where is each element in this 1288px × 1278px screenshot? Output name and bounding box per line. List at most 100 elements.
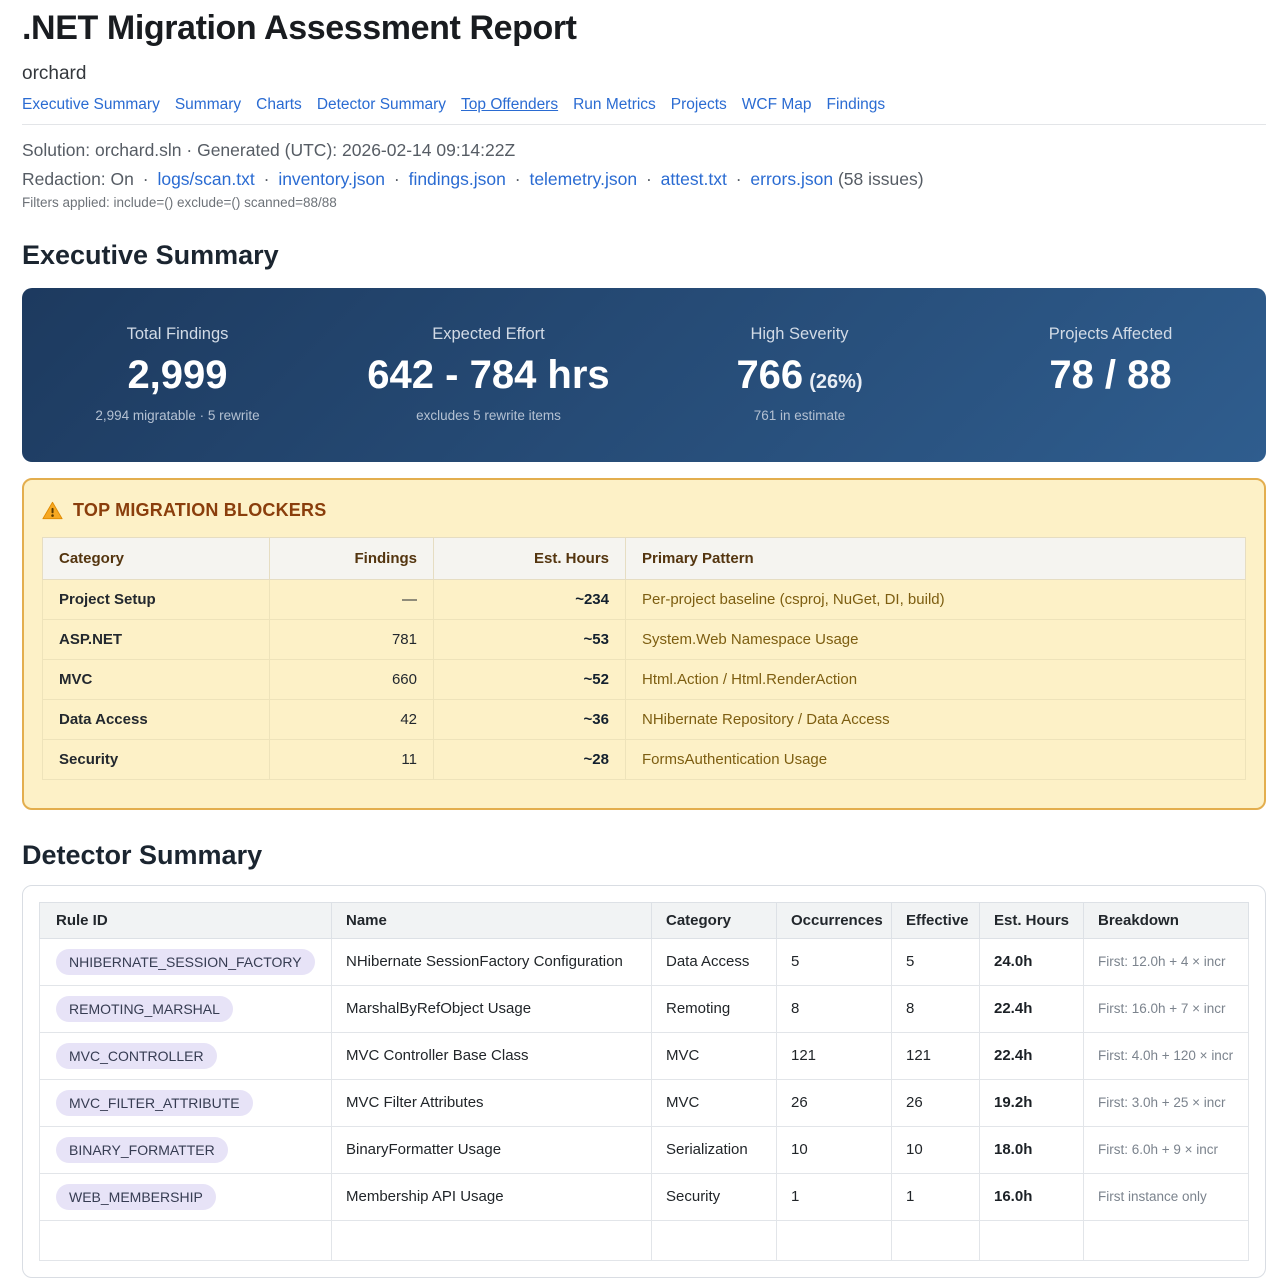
table-row: Data Access 42 ~36 NHibernate Repository… <box>43 699 1246 739</box>
table-row: ASP.NET 781 ~53 System.Web Namespace Usa… <box>43 619 1246 659</box>
rule-est-hours: 22.4h <box>980 985 1084 1032</box>
rule-name: MVC Filter Attributes <box>332 1079 652 1126</box>
rule-effective: 8 <box>892 985 980 1032</box>
column-header-name: Name <box>332 902 652 938</box>
rule-id-cell: NHIBERNATE_SESSION_FACTORY <box>40 938 332 985</box>
rule-effective: 121 <box>892 1032 980 1079</box>
blocker-findings: 11 <box>270 739 434 779</box>
rule-id-cell: MVC_CONTROLLER <box>40 1032 332 1079</box>
blocker-category: Data Access <box>43 699 270 739</box>
column-header-occurrences: Occurrences <box>777 902 892 938</box>
table-row: REMOTING_MARSHAL MarshalByRefObject Usag… <box>40 985 1249 1032</box>
nav-top-offenders[interactable]: Top Offenders <box>461 96 558 114</box>
rule-breakdown: First: 12.0h + 4 × incr <box>1084 938 1249 985</box>
top-migration-blockers-panel: TOP MIGRATION BLOCKERS Category Findings… <box>22 478 1266 810</box>
redaction-status: Redaction: On <box>22 169 134 189</box>
executive-summary-heading: Executive Summary <box>22 240 1266 271</box>
table-row: NHIBERNATE_SESSION_FACTORY NHibernate Se… <box>40 938 1249 985</box>
rule-id-cell: MVC_FILTER_ATTRIBUTE <box>40 1079 332 1126</box>
link-scan-log[interactable]: logs/scan.txt <box>157 169 254 189</box>
rule-name <box>332 1220 652 1260</box>
kpi-total-findings: Total Findings 2,999 2,994 migratable · … <box>22 325 333 424</box>
blocker-category: Security <box>43 739 270 779</box>
rule-name: Membership API Usage <box>332 1173 652 1220</box>
separator-dot: · <box>264 169 270 189</box>
column-header-primary-pattern: Primary Pattern <box>626 537 1246 579</box>
rule-id-cell <box>40 1220 332 1260</box>
rule-effective: 5 <box>892 938 980 985</box>
nav-executive-summary[interactable]: Executive Summary <box>22 96 160 114</box>
rule-est-hours <box>980 1220 1084 1260</box>
column-header-est-hours: Est. Hours <box>434 537 626 579</box>
rule-effective <box>892 1220 980 1260</box>
rule-breakdown: First: 3.0h + 25 × incr <box>1084 1079 1249 1126</box>
filters-applied-line: Filters applied: include=() exclude=() s… <box>22 195 1266 210</box>
table-row: BINARY_FORMATTER BinaryFormatter Usage S… <box>40 1126 1249 1173</box>
blocker-hours: ~36 <box>434 699 626 739</box>
kpi-subtext <box>965 408 1256 424</box>
rule-category: Remoting <box>652 985 777 1032</box>
blocker-hours: ~53 <box>434 619 626 659</box>
rule-id-badge: WEB_MEMBERSHIP <box>56 1184 216 1210</box>
nav-run-metrics[interactable]: Run Metrics <box>573 96 656 114</box>
kpi-expected-effort: Expected Effort 642 - 784 hrs excludes 5… <box>333 325 644 424</box>
artifacts-line: Redaction: On · logs/scan.txt · inventor… <box>22 168 1266 191</box>
rule-est-hours: 18.0h <box>980 1126 1084 1173</box>
rule-name: MVC Controller Base Class <box>332 1032 652 1079</box>
blockers-header-row: Category Findings Est. Hours Primary Pat… <box>43 537 1246 579</box>
rule-id-badge: MVC_CONTROLLER <box>56 1043 217 1069</box>
blocker-findings: 42 <box>270 699 434 739</box>
nav-detector-summary[interactable]: Detector Summary <box>317 96 446 114</box>
rule-occurrences: 1 <box>777 1173 892 1220</box>
rule-name: NHibernate SessionFactory Configuration <box>332 938 652 985</box>
rule-breakdown: First: 16.0h + 7 × incr <box>1084 985 1249 1032</box>
nav-summary[interactable]: Summary <box>175 96 241 114</box>
rule-est-hours: 22.4h <box>980 1032 1084 1079</box>
separator-dot: · <box>143 169 149 189</box>
link-findings-json[interactable]: findings.json <box>409 169 506 189</box>
rule-est-hours: 24.0h <box>980 938 1084 985</box>
link-attest-txt[interactable]: attest.txt <box>661 169 727 189</box>
rule-effective: 1 <box>892 1173 980 1220</box>
blocker-category: Project Setup <box>43 579 270 619</box>
rule-category: Security <box>652 1173 777 1220</box>
blocker-findings: 660 <box>270 659 434 699</box>
column-header-breakdown: Breakdown <box>1084 902 1249 938</box>
blocker-category: MVC <box>43 659 270 699</box>
column-header-category: Category <box>652 902 777 938</box>
kpi-value: 766(26%) <box>654 353 945 397</box>
rule-occurrences <box>777 1220 892 1260</box>
rule-id-cell: WEB_MEMBERSHIP <box>40 1173 332 1220</box>
blocker-category: ASP.NET <box>43 619 270 659</box>
blocker-pattern: Html.Action / Html.RenderAction <box>626 659 1246 699</box>
anchor-nav: Executive Summary Summary Charts Detecto… <box>22 96 1266 114</box>
link-inventory-json[interactable]: inventory.json <box>278 169 385 189</box>
column-header-rule-id: Rule ID <box>40 902 332 938</box>
nav-wcf-map[interactable]: WCF Map <box>742 96 812 114</box>
nav-charts[interactable]: Charts <box>256 96 302 114</box>
link-telemetry-json[interactable]: telemetry.json <box>529 169 637 189</box>
kpi-subtext: 2,994 migratable · 5 rewrite <box>32 408 323 424</box>
report-page: .NET Migration Assessment Report orchard… <box>0 0 1288 1278</box>
table-row: Security 11 ~28 FormsAuthentication Usag… <box>43 739 1246 779</box>
rule-effective: 26 <box>892 1079 980 1126</box>
blocker-pattern: Per-project baseline (csproj, NuGet, DI,… <box>626 579 1246 619</box>
rule-occurrences: 26 <box>777 1079 892 1126</box>
link-errors-json[interactable]: errors.json <box>750 169 833 189</box>
rule-name: BinaryFormatter Usage <box>332 1126 652 1173</box>
kpi-label: Projects Affected <box>965 325 1256 344</box>
kpi-projects-affected: Projects Affected 78 / 88 <box>955 325 1266 424</box>
nav-projects[interactable]: Projects <box>671 96 727 114</box>
kpi-subtext: excludes 5 rewrite items <box>343 408 634 424</box>
blocker-hours: ~234 <box>434 579 626 619</box>
rule-id-cell: BINARY_FORMATTER <box>40 1126 332 1173</box>
rule-id-badge: MVC_FILTER_ATTRIBUTE <box>56 1090 253 1116</box>
kpi-value: 2,999 <box>32 353 323 397</box>
blocker-pattern: System.Web Namespace Usage <box>626 619 1246 659</box>
solution-generated-line: Solution: orchard.sln · Generated (UTC):… <box>22 139 1266 162</box>
nav-findings[interactable]: Findings <box>827 96 886 114</box>
rule-category: MVC <box>652 1079 777 1126</box>
kpi-label: Expected Effort <box>343 325 634 344</box>
blocker-findings: — <box>270 579 434 619</box>
rule-breakdown: First: 4.0h + 120 × incr <box>1084 1032 1249 1079</box>
